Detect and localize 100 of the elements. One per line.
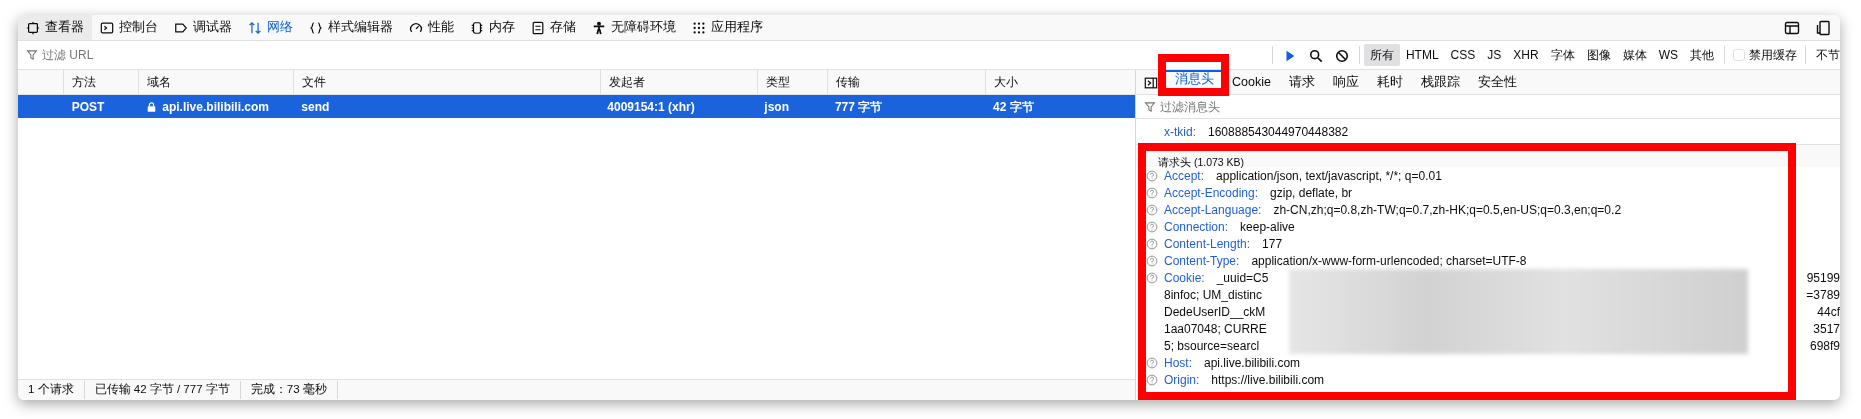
table-cell-text: 4009154:1 (xhr) — [607, 98, 695, 116]
column-header[interactable]: 大小 — [985, 70, 1135, 94]
devtools-tab[interactable]: 存储 — [523, 15, 584, 40]
column-header[interactable]: 发起者 — [600, 70, 757, 94]
table-cell-text: 42 字节 — [992, 98, 1034, 116]
sidebar-toggle-icon — [1144, 75, 1158, 90]
cookie-fragment: 95199 — [1806, 269, 1840, 287]
grid-icon — [692, 20, 706, 35]
cookie-fragment: DedeUserID__ckM — [1164, 303, 1266, 321]
disable-cache-checkbox[interactable] — [1733, 49, 1745, 61]
tag-icon — [174, 20, 188, 35]
help-icon — [1146, 356, 1158, 369]
header-name: Content-Type: — [1164, 252, 1240, 270]
header-name: Cookie: — [1164, 269, 1205, 287]
request-row[interactable]: POST api.live.bilibili.com send 4009154:1 (xhr) json 777 字节 42 字节 — [18, 95, 1135, 118]
header-name: Connection: — [1164, 218, 1229, 236]
devtools-tab[interactable]: 控制台 — [92, 15, 166, 40]
inspector-icon — [26, 20, 40, 35]
devtools-tab[interactable]: 查看器 — [18, 15, 92, 40]
header-value: zh-CN,zh;q=0.8,zh-TW;q=0.7,zh-HK;q=0.5,en-US;q=0.3,en;q=0.2 — [1273, 201, 1622, 219]
type-filter-button[interactable]: 媒体 — [1616, 44, 1653, 66]
column-header[interactable]: 方法 — [63, 70, 138, 94]
type-filter-button[interactable]: HTML — [1399, 44, 1445, 66]
help-icon — [1146, 373, 1158, 386]
header-value: 160888543044970448382 — [1208, 123, 1349, 141]
column-header[interactable]: 域名 — [138, 70, 293, 94]
search-icon — [1308, 48, 1323, 63]
type-filter-button[interactable]: JS — [1481, 44, 1508, 66]
header-value: application/json, text/javascript, */*; q=0.01 — [1216, 168, 1442, 185]
header-filter-field[interactable]: 过滤消息头 — [1156, 97, 1840, 116]
details-tab[interactable]: 安全性 — [1468, 70, 1526, 94]
throttle-dropdown[interactable]: 不节 — [1810, 44, 1840, 66]
header-value: gzip, deflate, br — [1270, 184, 1353, 202]
cookie-fragment: =3789 — [1806, 286, 1840, 304]
console-icon — [100, 20, 114, 35]
cookie-fragment: 1aa07048; CURRE — [1164, 320, 1267, 338]
header-name: Content-Length: — [1164, 235, 1251, 253]
help-icon — [1146, 254, 1158, 267]
column-header[interactable]: 类型 — [757, 70, 827, 94]
header-name: Host: — [1164, 354, 1192, 372]
devtools-tab[interactable]: 样式编辑器 — [301, 15, 401, 40]
type-filter-button[interactable]: CSS — [1444, 44, 1482, 66]
table-cell-text: api.live.bilibili.com — [162, 98, 269, 116]
gauge-icon — [409, 20, 423, 35]
cookie-fragment: _uuid=C5 — [1216, 269, 1269, 287]
section-title: 请求头 (1.073 KB) — [1158, 156, 1245, 168]
filter-icon — [1144, 100, 1156, 113]
header-name: Accept: — [1164, 168, 1205, 185]
column-header[interactable]: 传输 — [827, 70, 985, 94]
column-header[interactable]: 文件 — [293, 70, 600, 94]
cookie-fragment: 5; bsource=searcl — [1164, 337, 1260, 355]
help-icon — [1146, 203, 1158, 216]
details-tab[interactable]: 耗时 — [1367, 70, 1412, 94]
block-icon — [1334, 48, 1349, 63]
status-text: 1 个请求 — [18, 381, 85, 399]
filter-icon — [26, 49, 38, 61]
cookie-fragment: 3517 — [1813, 320, 1840, 338]
details-tab[interactable]: 消息头 — [1166, 70, 1223, 89]
details-tab[interactable]: Cookie — [1223, 70, 1280, 94]
header-name: Accept-Language: — [1164, 201, 1262, 219]
devtools-tab[interactable]: 无障碍环境 — [584, 15, 684, 40]
header-value: https://live.bilibili.com — [1211, 371, 1325, 389]
type-filter-button[interactable]: 其他 — [1684, 44, 1720, 66]
header-value: api.live.bilibili.com — [1204, 354, 1301, 372]
details-tab[interactable]: 响应 — [1323, 70, 1368, 94]
header-name: Accept-Encoding: — [1164, 184, 1259, 202]
type-filter-button[interactable]: XHR — [1507, 44, 1545, 66]
url-filter-field[interactable]: 过滤 URL — [38, 46, 1268, 64]
devtools-tab[interactable]: 应用程序 — [684, 15, 771, 40]
help-icon — [1146, 271, 1158, 284]
status-text: 已传输 42 字节 / 777 字节 — [84, 381, 241, 399]
person-icon — [592, 20, 606, 35]
devtools-tab[interactable]: 网络 — [240, 15, 301, 40]
table-cell-text: POST — [71, 98, 105, 116]
devtools-tab[interactable]: 性能 — [401, 15, 462, 40]
header-name: Origin: — [1164, 371, 1200, 389]
table-cell-text: 777 字节 — [834, 98, 883, 116]
status-text: 完成：73 毫秒 — [240, 381, 338, 399]
help-icon — [1146, 186, 1158, 199]
devtools-tab[interactable]: 调试器 — [166, 15, 240, 40]
arrows-icon — [248, 20, 262, 35]
type-filter-button[interactable]: 字体 — [1544, 44, 1581, 66]
help-icon — [1146, 169, 1158, 182]
help-icon — [1146, 220, 1158, 233]
storage-icon — [531, 20, 545, 35]
chip-icon — [470, 20, 484, 35]
header-value: application/x-www-form-urlencoded; charset=UTF-8 — [1251, 252, 1527, 270]
header-name: x-tkid: — [1164, 123, 1196, 141]
help-icon — [1146, 237, 1158, 250]
cookie-fragment: 698f9 — [1809, 337, 1840, 355]
header-value: keep-alive — [1240, 218, 1295, 236]
table-cell-text: json — [764, 98, 789, 116]
braces-icon — [309, 20, 323, 35]
details-tab[interactable]: 请求 — [1279, 70, 1324, 94]
type-filter-button[interactable]: 所有 — [1363, 44, 1400, 66]
details-tab[interactable]: 栈跟踪 — [1411, 70, 1469, 94]
type-filter-button[interactable]: 图像 — [1580, 44, 1617, 66]
responsive-icon — [1816, 19, 1832, 36]
type-filter-button[interactable]: WS — [1652, 44, 1684, 66]
devtools-tab[interactable]: 内存 — [462, 15, 523, 40]
